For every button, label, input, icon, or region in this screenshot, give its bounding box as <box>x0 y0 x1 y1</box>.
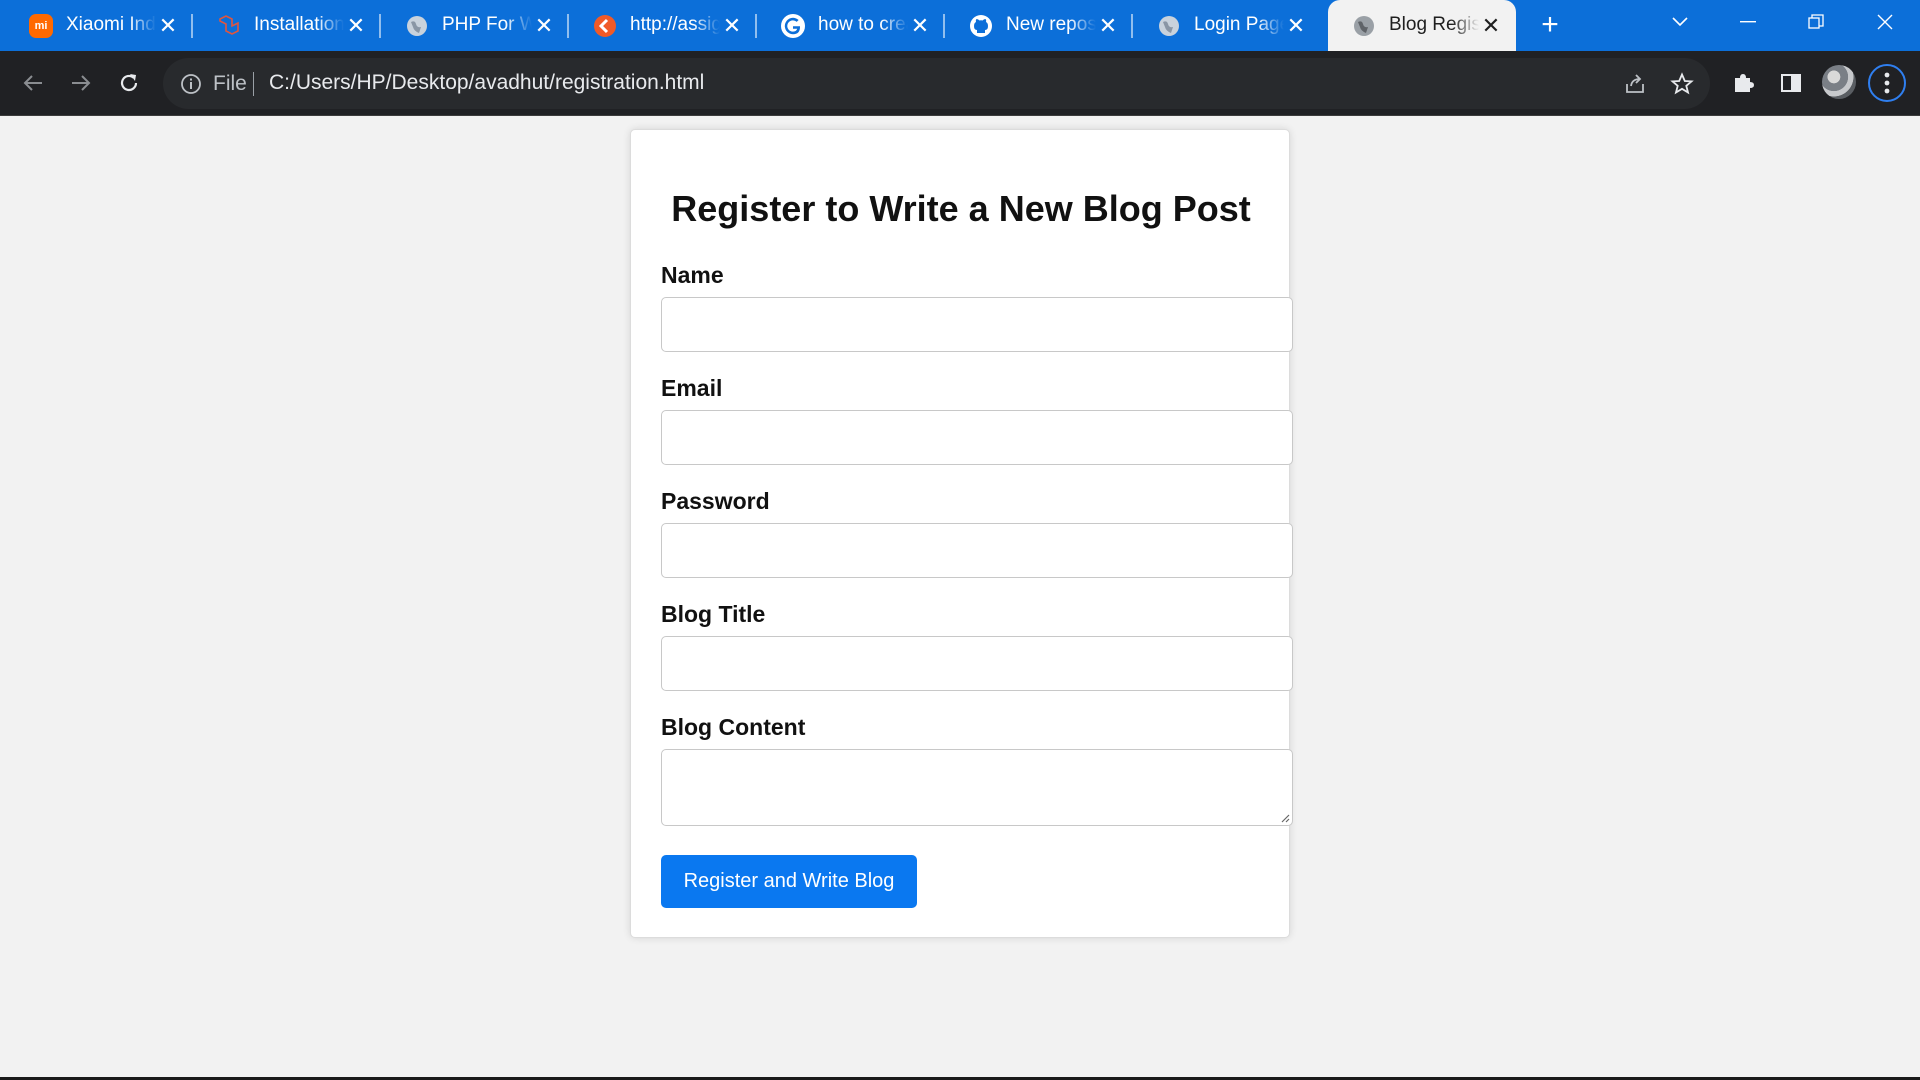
laravel-icon <box>217 14 241 38</box>
blog-title-field[interactable] <box>661 636 1293 691</box>
xiaomi-mi-icon: mi <box>29 14 53 38</box>
tab-title: http://assignment <box>630 14 720 35</box>
url-text[interactable]: C:/Users/HP/Desktop/avadhut/registration… <box>269 71 704 95</box>
side-panel-icon <box>1781 74 1801 92</box>
close-icon[interactable]: ✕ <box>1095 13 1121 39</box>
profile-avatar[interactable] <box>1822 65 1856 99</box>
tab-xiaomi[interactable]: mi Xiaomi India ✕ <box>5 0 193 51</box>
close-icon[interactable]: ✕ <box>1478 13 1504 39</box>
tab-php-for-windows[interactable]: PHP For Windows ✕ <box>381 0 569 51</box>
share-icon[interactable] <box>1622 71 1648 97</box>
blog-content-textarea[interactable] <box>661 749 1293 826</box>
tab-title: how to create <box>818 14 908 35</box>
blog-content-label: Blog Content <box>661 714 806 740</box>
arrow-left-icon <box>23 75 42 91</box>
info-icon[interactable] <box>179 72 203 101</box>
close-icon <box>1877 14 1893 30</box>
minimize-icon <box>1740 21 1756 23</box>
password-label: Password <box>661 488 770 514</box>
tab-installation[interactable]: Installation ✕ <box>193 0 381 51</box>
extensions-button[interactable] <box>1726 66 1760 100</box>
back-button[interactable] <box>16 66 50 100</box>
address-divider <box>253 72 254 96</box>
resize-handle-icon[interactable] <box>1278 811 1290 823</box>
tab-google-search[interactable]: how to create ✕ <box>757 0 945 51</box>
tab-title: Login Page <box>1194 14 1284 35</box>
tab-search-button[interactable] <box>1645 0 1715 44</box>
forward-button[interactable] <box>64 66 98 100</box>
name-label: Name <box>661 262 724 288</box>
github-icon <box>969 14 993 38</box>
tab-title: Xiaomi India <box>66 14 156 35</box>
blog-title-label: Blog Title <box>661 601 766 627</box>
tab-assignment[interactable]: http://assignment ✕ <box>569 0 757 51</box>
tab-login-page[interactable]: Login Page ✕ <box>1133 0 1321 51</box>
close-window-button[interactable] <box>1850 0 1920 44</box>
scheme-label: File <box>213 72 247 95</box>
tab-title: New repository <box>1006 14 1096 35</box>
more-vertical-icon <box>1884 72 1890 94</box>
tab-github-new-repository[interactable]: New repository ✕ <box>945 0 1133 51</box>
close-icon[interactable]: ✕ <box>719 13 745 39</box>
chevron-down-icon <box>1672 17 1688 27</box>
restore-button[interactable] <box>1781 0 1851 44</box>
close-icon[interactable]: ✕ <box>155 13 181 39</box>
page-title: Register to Write a New Blog Post <box>671 188 1251 229</box>
minimize-button[interactable] <box>1713 0 1783 44</box>
tab-strip: mi Xiaomi India ✕ Installation ✕ PHP For… <box>0 0 1920 51</box>
name-field[interactable] <box>661 297 1293 352</box>
globe-icon <box>1157 14 1181 38</box>
close-icon[interactable]: ✕ <box>531 13 557 39</box>
globe-icon <box>405 14 429 38</box>
close-icon[interactable]: ✕ <box>907 13 933 39</box>
side-panel-button[interactable] <box>1774 66 1808 100</box>
star-icon[interactable] <box>1669 71 1695 97</box>
tab-blog-registration[interactable]: Blog Registration ✕ <box>1328 0 1516 51</box>
new-tab-button[interactable]: + <box>1534 10 1566 42</box>
email-field[interactable] <box>661 410 1293 465</box>
address-bar[interactable]: File C:/Users/HP/Desktop/avadhut/registr… <box>163 58 1710 109</box>
email-label: Email <box>661 375 723 401</box>
orange-arrow-icon <box>593 14 617 38</box>
register-and-write-blog-button[interactable]: Register and Write Blog <box>661 855 917 908</box>
close-icon[interactable]: ✕ <box>1283 13 1309 39</box>
tab-title: PHP For Windows <box>442 14 532 35</box>
puzzle-icon <box>1735 74 1754 92</box>
close-icon[interactable]: ✕ <box>343 13 369 39</box>
password-field[interactable] <box>661 523 1293 578</box>
google-icon <box>781 14 805 38</box>
reload-icon <box>120 74 138 92</box>
registration-form: Register to Write a New Blog Post Name E… <box>630 129 1293 938</box>
globe-icon <box>1352 14 1376 38</box>
reload-button[interactable] <box>112 66 146 100</box>
restore-icon <box>1808 14 1824 29</box>
browser-menu-button[interactable] <box>1868 64 1906 102</box>
arrow-right-icon <box>72 75 91 91</box>
tab-title: Blog Registration <box>1389 14 1479 35</box>
tab-title: Installation <box>254 14 344 35</box>
browser-toolbar: File C:/Users/HP/Desktop/avadhut/registr… <box>0 51 1920 116</box>
